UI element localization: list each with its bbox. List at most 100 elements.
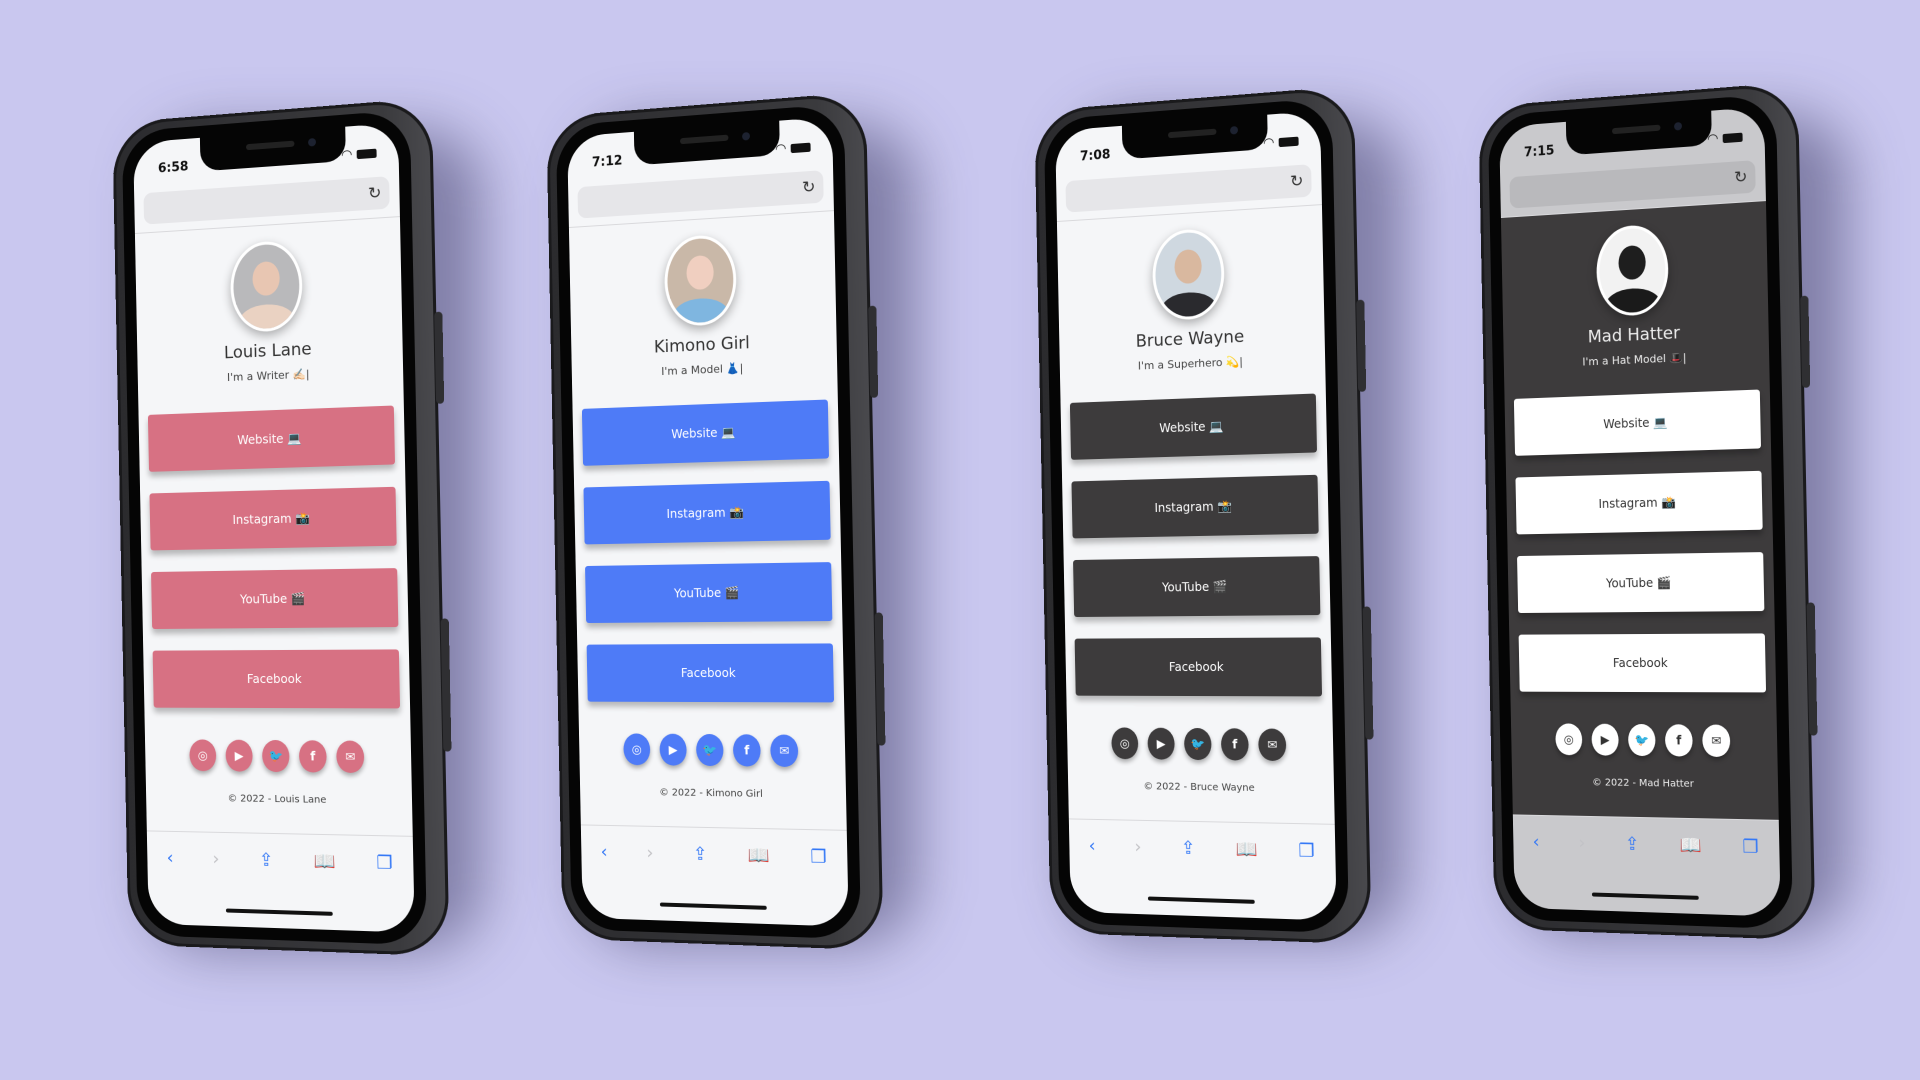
home-indicator bbox=[1591, 892, 1699, 900]
youtube-icon[interactable]: ▶ bbox=[225, 739, 253, 772]
phone-mockup-4: 7:15 ···· ◠ ↻ bbox=[1478, 81, 1848, 941]
back-icon[interactable]: ‹ bbox=[166, 848, 173, 869]
battery-icon bbox=[356, 148, 377, 159]
safari-toolbar: ‹ › ⇪ 📖 ❐ bbox=[146, 830, 415, 933]
instagram-link-button[interactable]: Instagram 📸 bbox=[1071, 474, 1319, 539]
twitter-icon[interactable]: 🐦 bbox=[261, 739, 290, 773]
link-list: Website 💻 Instagram 📸 YouTube 🎬 Facebook bbox=[1061, 393, 1333, 697]
battery-icon bbox=[790, 142, 811, 153]
avatar bbox=[1151, 227, 1226, 322]
tabs-icon[interactable]: ❐ bbox=[376, 852, 393, 874]
home-indicator bbox=[1147, 896, 1255, 904]
profile-tagline: I'm a Superhero 💫| bbox=[1137, 355, 1244, 373]
email-icon[interactable]: ✉ bbox=[770, 734, 799, 768]
facebook-link-button[interactable]: Facebook bbox=[586, 643, 835, 703]
social-icons: ◎ ▶ 🐦 f ✉ bbox=[189, 739, 365, 774]
facebook-link-button[interactable]: Facebook bbox=[1074, 637, 1323, 697]
avatar-body bbox=[1160, 291, 1218, 322]
facebook-icon[interactable]: f bbox=[1220, 728, 1249, 761]
twitter-icon[interactable]: 🐦 bbox=[1627, 723, 1656, 757]
avatar-head bbox=[1618, 244, 1646, 281]
facebook-icon[interactable]: f bbox=[298, 740, 327, 773]
phone-bezel: 7:08 ···· ◠ ↻ bbox=[1043, 97, 1350, 934]
phone-screen: 7:12 ···· ◠ ↻ bbox=[567, 116, 849, 927]
email-icon[interactable]: ✉ bbox=[336, 740, 365, 774]
email-icon[interactable]: ✉ bbox=[1258, 728, 1287, 762]
profile-page: Louis Lane I'm a Writer ✍🏻| Website 💻 In… bbox=[135, 217, 413, 836]
website-link-button[interactable]: Website 💻 bbox=[581, 399, 830, 466]
bookmarks-icon[interactable]: 📖 bbox=[747, 845, 769, 867]
camera bbox=[1674, 121, 1683, 131]
reload-icon[interactable]: ↻ bbox=[1290, 171, 1304, 191]
copyright-text: © 2022 - Mad Hatter bbox=[1592, 777, 1694, 790]
reload-icon[interactable]: ↻ bbox=[368, 183, 382, 203]
phone-body: 7:08 ···· ◠ ↻ bbox=[1034, 85, 1374, 945]
speaker bbox=[1167, 128, 1217, 139]
home-indicator bbox=[225, 908, 333, 916]
back-icon[interactable]: ‹ bbox=[600, 842, 607, 863]
forward-icon[interactable]: › bbox=[1578, 833, 1585, 854]
facebook-link-button[interactable]: Facebook bbox=[152, 649, 401, 709]
youtube-link-button[interactable]: YouTube 🎬 bbox=[1517, 552, 1765, 614]
twitter-icon[interactable]: 🐦 bbox=[1183, 727, 1212, 761]
youtube-icon[interactable]: ▶ bbox=[1147, 727, 1175, 760]
avatar bbox=[663, 233, 738, 328]
phone-body: 7:15 ···· ◠ ↻ bbox=[1478, 81, 1818, 941]
facebook-link-button[interactable]: Facebook bbox=[1518, 633, 1767, 693]
avatar bbox=[229, 239, 304, 334]
website-link-button[interactable]: Website 💻 bbox=[147, 405, 396, 472]
avatar-body bbox=[672, 297, 730, 328]
youtube-link-button[interactable]: YouTube 🎬 bbox=[585, 562, 833, 624]
bookmarks-icon[interactable]: 📖 bbox=[1235, 839, 1257, 861]
reload-icon[interactable]: ↻ bbox=[802, 177, 816, 197]
tabs-icon[interactable]: ❐ bbox=[1298, 840, 1315, 862]
instagram-icon[interactable]: ◎ bbox=[623, 733, 651, 766]
facebook-icon[interactable]: f bbox=[732, 734, 761, 767]
link-list: Website 💻 Instagram 📸 YouTube 🎬 Facebook bbox=[139, 405, 411, 709]
email-icon[interactable]: ✉ bbox=[1702, 724, 1731, 758]
mockup-stage: 6:58 ···· ◠ ↻ bbox=[0, 0, 1920, 1080]
instagram-link-button[interactable]: Instagram 📸 bbox=[149, 486, 397, 551]
youtube-link-button[interactable]: YouTube 🎬 bbox=[1073, 556, 1321, 618]
share-icon[interactable]: ⇪ bbox=[259, 850, 274, 871]
facebook-icon[interactable]: f bbox=[1664, 724, 1693, 757]
tabs-icon[interactable]: ❐ bbox=[810, 846, 827, 868]
forward-icon[interactable]: › bbox=[212, 849, 219, 870]
phone-mockup-1: 6:58 ···· ◠ ↻ bbox=[112, 97, 482, 957]
youtube-icon[interactable]: ▶ bbox=[1591, 723, 1619, 756]
phone-bezel: 7:12 ···· ◠ ↻ bbox=[555, 103, 862, 940]
forward-icon[interactable]: › bbox=[1134, 837, 1141, 858]
tabs-icon[interactable]: ❐ bbox=[1742, 836, 1759, 858]
instagram-icon[interactable]: ◎ bbox=[189, 739, 217, 772]
bookmarks-icon[interactable]: 📖 bbox=[1679, 835, 1701, 857]
instagram-icon[interactable]: ◎ bbox=[1555, 723, 1583, 756]
reload-icon[interactable]: ↻ bbox=[1734, 167, 1748, 187]
share-icon[interactable]: ⇪ bbox=[1625, 834, 1640, 855]
profile-page: Mad Hatter I'm a Hat Model 🎩| Website 💻 … bbox=[1501, 201, 1779, 820]
speaker bbox=[245, 140, 295, 151]
bookmarks-icon[interactable]: 📖 bbox=[313, 851, 335, 873]
safari-toolbar: ‹ › ⇪ 📖 ❐ bbox=[1512, 814, 1781, 917]
camera bbox=[742, 131, 751, 141]
safari-toolbar: ‹ › ⇪ 📖 ❐ bbox=[580, 824, 849, 927]
twitter-icon[interactable]: 🐦 bbox=[695, 733, 724, 767]
share-icon[interactable]: ⇪ bbox=[693, 844, 708, 865]
avatar bbox=[1595, 223, 1670, 318]
battery-icon bbox=[1278, 136, 1299, 147]
website-link-button[interactable]: Website 💻 bbox=[1513, 389, 1762, 456]
youtube-icon[interactable]: ▶ bbox=[659, 733, 687, 766]
phone-screen: 7:15 ···· ◠ ↻ bbox=[1499, 106, 1781, 917]
youtube-link-button[interactable]: YouTube 🎬 bbox=[151, 568, 399, 630]
back-icon[interactable]: ‹ bbox=[1532, 832, 1539, 853]
back-icon[interactable]: ‹ bbox=[1088, 836, 1095, 857]
website-link-button[interactable]: Website 💻 bbox=[1069, 393, 1318, 460]
forward-icon[interactable]: › bbox=[646, 843, 653, 864]
instagram-icon[interactable]: ◎ bbox=[1111, 727, 1139, 760]
speaker bbox=[679, 134, 729, 145]
instagram-link-button[interactable]: Instagram 📸 bbox=[583, 480, 831, 545]
instagram-link-button[interactable]: Instagram 📸 bbox=[1515, 470, 1763, 535]
share-icon[interactable]: ⇪ bbox=[1181, 838, 1196, 859]
avatar-head bbox=[686, 254, 714, 291]
profile-name: Louis Lane bbox=[223, 339, 312, 364]
speaker bbox=[1611, 124, 1661, 135]
